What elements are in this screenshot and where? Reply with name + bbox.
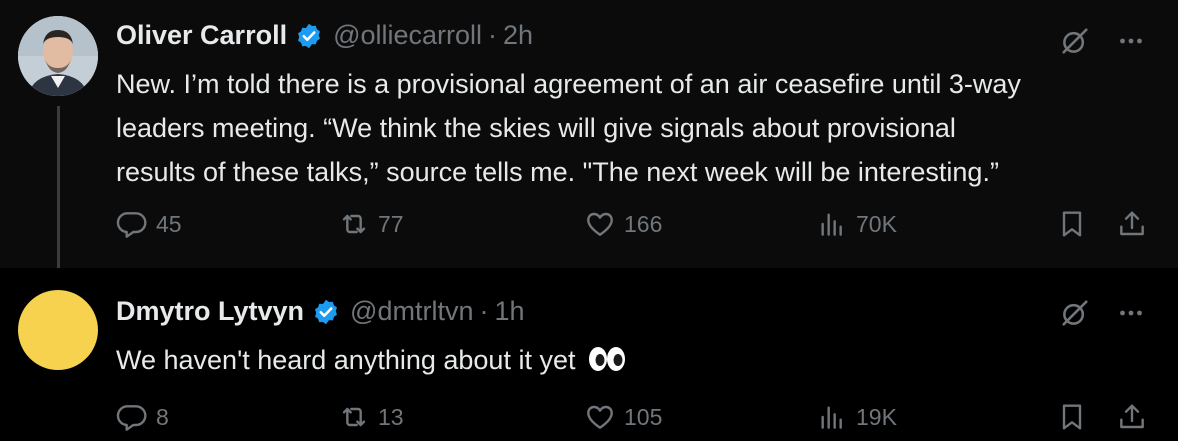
views-icon [821,213,842,236]
like-count: 166 [624,210,663,237]
like-button[interactable]: 166 [584,208,662,240]
author-handle[interactable]: @dmtrltvn [350,296,473,327]
header-actions [1058,24,1148,63]
reply-count: 8 [156,403,169,430]
header-actions [1058,296,1148,335]
reply-icon [116,405,147,431]
bookmark-icon [1062,211,1082,237]
author-handle[interactable]: @olliecarroll [333,20,482,51]
share-icon [1120,404,1144,429]
more-icon[interactable] [1114,24,1148,63]
retweet-button[interactable]: 13 [338,401,404,433]
share-button[interactable] [1116,208,1148,240]
timestamp[interactable]: 2h [503,20,533,51]
tweet-dmytro-lytvyn[interactable]: Dmytro Lytvyn @dmtrltvn · 1h We haven't … [0,268,1178,440]
like-icon [587,212,613,236]
views-button[interactable]: 70K [816,208,897,240]
avatar[interactable] [18,16,98,96]
timestamp[interactable]: 1h [494,296,524,327]
reply-icon [116,212,147,238]
tweet-text-line: New. I’m told there is a provisional agr… [116,69,1021,99]
views-button[interactable]: 19K [816,401,897,433]
tweet-header: Dmytro Lytvyn @dmtrltvn · 1h [116,296,525,327]
thread-line [57,106,60,284]
author-name[interactable]: Dmytro Lytvyn [116,296,304,327]
views-icon [821,406,842,429]
tweet-text: We haven't heard anything about it yet [116,338,1156,382]
tweet-text: New. I’m told there is a provisional agr… [116,62,1156,194]
tweet-text-line: leaders meeting. “We think the skies wil… [116,113,956,143]
action-bar: 45 77 166 70K [116,208,1156,248]
grok-icon[interactable] [1058,296,1092,335]
separator-dot: · [488,20,498,50]
view-count: 19K [856,403,897,430]
bookmark-button[interactable] [1056,401,1088,433]
reply-button[interactable]: 8 [116,401,169,433]
verified-badge-icon [295,22,323,50]
retweet-icon [342,407,366,427]
share-icon [1120,211,1144,236]
separator-dot: · [479,296,489,326]
like-count: 105 [624,403,663,430]
like-button[interactable]: 105 [584,401,662,433]
share-button[interactable] [1116,401,1148,433]
avatar[interactable] [18,290,98,370]
verified-badge-icon [312,298,340,326]
view-count: 70K [856,210,897,237]
retweet-count: 77 [378,210,404,237]
tweet-text-line: results of these talks,” source tells me… [116,157,999,187]
action-bar: 8 13 105 19K [116,401,1156,441]
more-icon[interactable] [1114,296,1148,335]
retweet-count: 13 [378,403,404,430]
tweet-header: Oliver Carroll @olliecarroll · 2h [116,20,533,51]
tweet-oliver-carroll[interactable]: Oliver Carroll @olliecarroll · 2h New. I… [0,0,1178,284]
tweet-text-line: We haven't heard anything about it yet [116,345,576,375]
author-name[interactable]: Oliver Carroll [116,20,287,51]
grok-icon[interactable] [1058,24,1092,63]
like-icon [587,405,613,429]
eyes-emoji [587,342,627,371]
bookmark-button[interactable] [1056,208,1088,240]
reply-count: 45 [156,210,182,237]
bookmark-icon [1062,404,1082,430]
retweet-button[interactable]: 77 [338,208,404,240]
retweet-icon [342,214,366,234]
reply-button[interactable]: 45 [116,208,182,240]
